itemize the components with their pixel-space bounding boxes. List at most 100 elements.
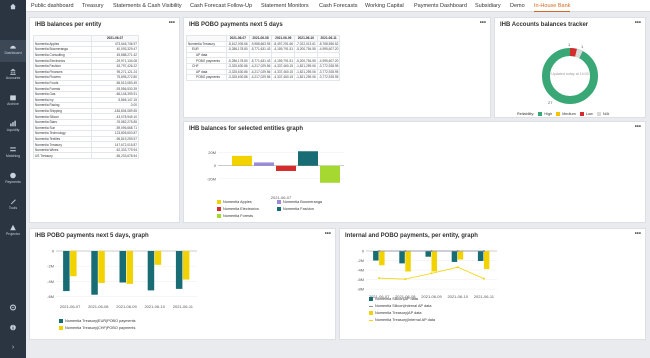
bar[interactable] [457,251,464,260]
bar[interactable] [399,251,405,264]
sidebar-item-matching[interactable]: Matching [0,146,26,166]
y-tick-label: 0 [362,249,365,254]
bar[interactable] [232,155,252,166]
bar[interactable] [182,251,190,280]
legend-swatch-medium [556,112,561,116]
panel-menu-button[interactable]: ••• [325,231,331,237]
sidebar-item-dashboard[interactable]: Dashboard [0,40,26,62]
home-icon [10,3,16,10]
panel-menu-button[interactable]: ••• [480,20,486,26]
y-tick-label: -8M [357,287,364,292]
tab-working-capital[interactable]: Working Capital [365,0,404,12]
value-cell: -8,612,009.66 [226,40,250,48]
table-row[interactable]: POBO payments -3,325,630.86 -4,217,029.56-… [186,74,341,81]
bar[interactable] [119,251,127,283]
bar[interactable] [298,151,318,166]
line-point[interactable] [482,250,485,252]
line-point[interactable] [404,250,407,252]
tab-cash-forecasts[interactable]: Cash Forecasts [319,0,358,12]
legend-label: Nomentia Treasury|AP data [375,311,422,315]
bar[interactable] [320,165,340,183]
bar[interactable] [405,251,411,272]
tab-demo[interactable]: Demo [510,0,525,12]
sidebar-item-settings[interactable] [0,304,26,316]
bar[interactable] [477,251,484,261]
sidebar-item-payments[interactable]: Payments [0,172,26,192]
value-cell: -4,217,029.56 [248,63,273,70]
entity-name-cell: US Treasury [33,152,92,160]
sidebar-item-projector[interactable]: Projector [0,224,26,244]
bar[interactable] [126,251,134,284]
table-row[interactable]: US Treasury -56,233,678.54 [33,152,139,160]
ihb-pobo-panel: IHB POBO payments next 5 days ••• 2021-0… [183,17,491,118]
donut-segment-low[interactable] [569,48,578,57]
y-tick-label: -2M [47,264,54,269]
sidebar-item-tools[interactable]: Tools [0,198,26,218]
bar[interactable] [431,251,438,272]
line-point[interactable] [430,250,433,252]
bar[interactable] [70,251,77,277]
y-tick-label: -4M [47,279,54,284]
line-point[interactable] [378,250,381,252]
bar[interactable] [254,162,274,166]
bar[interactable] [483,251,490,270]
value-cell: -1,821,259.06 [294,74,318,81]
value-cell: -4,217,029.56 [248,68,273,76]
value-cell: -4,217,029.56 [248,74,273,81]
sidebar-item-home[interactable] [0,3,26,15]
bar[interactable] [98,251,105,283]
tab-statements-cash-visibility[interactable]: Statements & Cash Visibility [113,0,182,12]
value-cell: -4,995,607.20 [316,57,341,64]
tab-public-dashboard[interactable]: Public dashboard [31,0,74,12]
sidebar-item-accounts[interactable]: Accounts [0,68,26,88]
bar[interactable] [379,251,385,266]
line-point[interactable] [456,266,459,269]
legend-item: Nomentia Electronics [217,207,259,211]
expand-sidebar-icon[interactable]: › [0,344,26,354]
sidebar-item-info[interactable] [0,324,26,336]
bar[interactable] [373,251,379,261]
legend-item: Nomentia Fashion [277,207,314,211]
line-point[interactable] [430,272,433,275]
tab-in-house-bank[interactable]: In-House Bank [534,0,571,12]
bar[interactable] [154,251,162,265]
line-point[interactable] [378,277,381,280]
value-cell: -5,200,754.55 [294,57,318,64]
tab-cash-forecast-follow-up[interactable]: Cash Forecast Follow-Up [190,0,252,12]
legend-item: Nomentia Treasury|CHF|POBO payments [59,326,135,330]
legend-swatch [369,297,373,301]
tab-statement-monitors[interactable]: Statement Monitors [261,0,309,12]
sidebar-item-label: Projector [5,232,20,236]
panel-menu-button[interactable]: ••• [169,20,175,26]
donut-segment-na[interactable] [574,48,583,59]
line-point[interactable] [482,277,485,280]
ihb-balances-panel: IHB balances per entity ••• 2021-06-07 N… [29,17,180,223]
tab-treasury[interactable]: Treasury [82,0,104,12]
sidebar-item-archive[interactable]: Archive [0,94,26,114]
bar[interactable] [63,251,70,292]
tab-payments-dashboard[interactable]: Payments Dashboard [414,0,467,12]
sidebar-item-label: Accounts [5,76,21,80]
tab-subsidiary[interactable]: Subsidiary [475,0,501,12]
bar[interactable] [451,251,458,262]
line-point[interactable] [456,250,459,252]
donut-segment-high[interactable] [542,48,598,104]
payments-icon [10,172,16,179]
legend-label: Nomentia Treasury|Internal AP data [375,318,436,322]
legend-item: Nomentia Apples [217,200,252,204]
table-header: 2021-06-08 [248,35,273,42]
bar[interactable] [276,165,296,171]
matching-icon [10,147,16,152]
ihb-tracker-panel: IHB Accounts balances tracker ••• Update… [494,17,646,118]
sidebar-item-liquidity[interactable]: Liquidity [0,120,26,140]
table-header: 2021-06-07 [226,35,250,42]
panel-menu-button[interactable]: ••• [635,231,641,237]
bar[interactable] [91,251,98,295]
panel-menu-button[interactable]: ••• [635,124,641,130]
bar[interactable] [425,251,432,257]
legend-label: Nomentia Forests [223,214,253,218]
line-point[interactable] [404,278,407,281]
bar[interactable] [175,251,183,289]
bar[interactable] [147,251,155,291]
legend-swatch [369,311,373,315]
